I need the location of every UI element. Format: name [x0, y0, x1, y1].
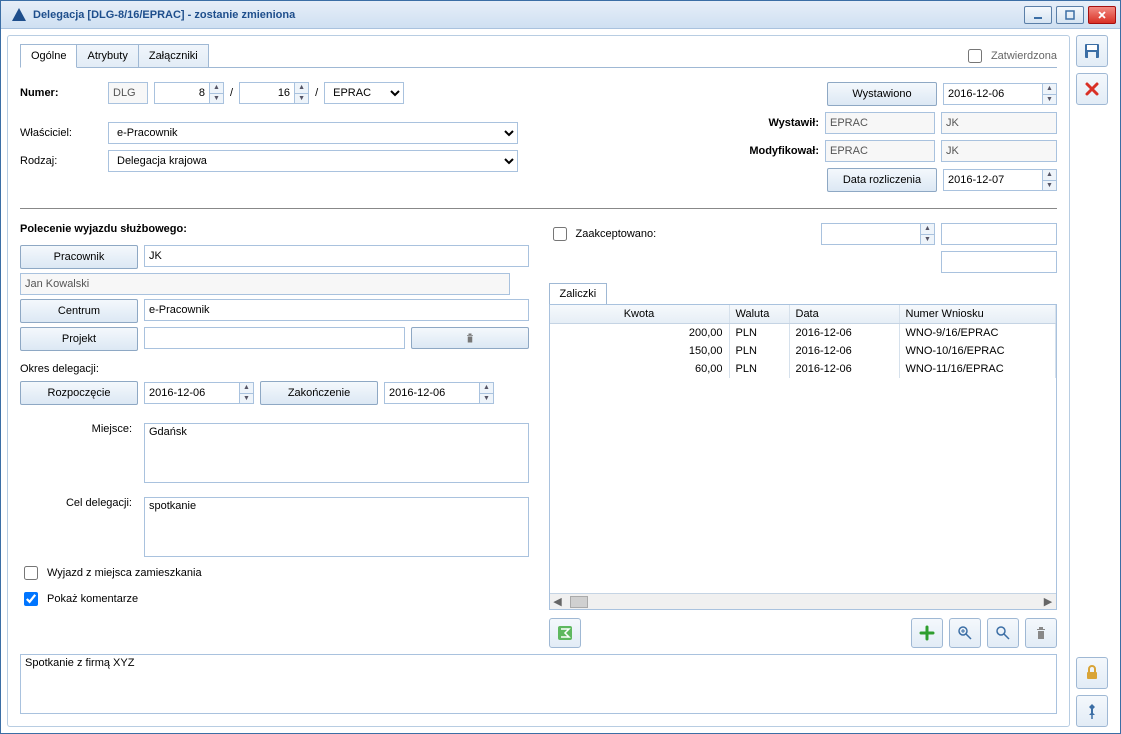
accepted-extra[interactable]	[941, 223, 1057, 245]
sum-button[interactable]	[549, 618, 581, 648]
year-down[interactable]: ▼	[295, 94, 308, 104]
accepted-label: Zaakceptowano:	[576, 228, 816, 240]
project-field[interactable]	[144, 327, 405, 349]
col-amount[interactable]: Kwota	[550, 305, 730, 323]
number-year[interactable]	[239, 82, 295, 104]
close-button[interactable]	[1088, 6, 1116, 24]
pin-button[interactable]	[1076, 695, 1108, 727]
project-button[interactable]: Projekt	[20, 327, 138, 351]
number-unit[interactable]: EPRAC	[324, 82, 404, 104]
comments-field[interactable]: Spotkanie z firmą XYZ	[20, 654, 1057, 714]
project-delete-button[interactable]	[411, 327, 529, 349]
number-seq[interactable]	[154, 82, 210, 104]
titlebar: Delegacja [DLG-8/16/EPRAC] - zostanie zm…	[1, 1, 1120, 29]
issued-date[interactable]	[943, 83, 1043, 105]
tab-attachments[interactable]: Załączniki	[138, 44, 209, 68]
save-button[interactable]	[1076, 35, 1108, 67]
from-home-label: Wyjazd z miejsca zamieszkania	[47, 567, 202, 579]
show-comments-input[interactable]	[24, 592, 38, 606]
number-sep2: /	[315, 87, 318, 99]
number-prefix	[108, 82, 148, 104]
scroll-left-icon[interactable]: ◀	[550, 595, 566, 608]
show-comments-checkbox[interactable]: Pokaż komentarze	[20, 589, 529, 609]
settle-button[interactable]: Data rozliczenia	[827, 168, 937, 192]
place-label: Miejsce:	[20, 423, 138, 435]
accepted-extra2[interactable]	[941, 251, 1057, 273]
issued-by-label: Wystawił:	[719, 117, 819, 129]
advances-grid: Kwota Waluta Data Numer Wniosku 200,00PL…	[549, 304, 1058, 610]
type-label: Rodzaj:	[20, 155, 102, 167]
scroll-thumb[interactable]	[570, 596, 588, 608]
purpose-label: Cel delegacji:	[20, 497, 138, 509]
center-field[interactable]	[144, 299, 529, 321]
col-reqno[interactable]: Numer Wniosku	[900, 305, 1057, 323]
issued-by-user	[941, 112, 1057, 134]
employee-button[interactable]: Pracownik	[20, 245, 138, 269]
from-home-checkbox[interactable]: Wyjazd z miejsca zamieszkania	[20, 563, 529, 583]
minimize-button[interactable]	[1024, 6, 1052, 24]
main-tabs: Ogólne Atrybuty Załączniki	[20, 44, 208, 68]
type-select[interactable]: Delegacja krajowa	[108, 150, 518, 172]
seq-up[interactable]: ▲	[210, 83, 223, 94]
year-up[interactable]: ▲	[295, 83, 308, 94]
employee-code[interactable]	[144, 245, 529, 267]
purpose-field[interactable]: spotkanie	[144, 497, 529, 557]
employee-name	[20, 273, 510, 295]
zoom-button[interactable]	[987, 618, 1019, 648]
grid-hscroll[interactable]: ◀ ▶	[550, 593, 1057, 609]
modified-label: Modyfikował:	[719, 145, 819, 157]
col-date[interactable]: Data	[790, 305, 900, 323]
col-currency[interactable]: Waluta	[730, 305, 790, 323]
number-label: Numer:	[20, 87, 102, 99]
delete-button[interactable]	[1025, 618, 1057, 648]
modified-unit	[825, 140, 935, 162]
owner-label: Właściciel:	[20, 127, 102, 139]
table-row[interactable]: 200,00PLN2016-12-06WNO-9/16/EPRAC	[550, 324, 1057, 342]
from-home-input[interactable]	[24, 566, 38, 580]
start-button[interactable]: Rozpoczęcie	[20, 381, 138, 405]
accepted-num[interactable]	[821, 223, 921, 245]
approved-checkbox-input[interactable]	[968, 49, 982, 63]
approved-checkbox[interactable]: Zatwierdzona	[964, 46, 1057, 66]
start-date[interactable]	[144, 382, 240, 404]
end-button[interactable]: Zakończenie	[260, 381, 378, 405]
window-title: Delegacja [DLG-8/16/EPRAC] - zostanie zm…	[33, 9, 1024, 21]
lock-button[interactable]	[1076, 657, 1108, 689]
seq-down[interactable]: ▼	[210, 94, 223, 104]
show-comments-label: Pokaż komentarze	[47, 593, 138, 605]
approved-label: Zatwierdzona	[991, 50, 1057, 62]
tab-general[interactable]: Ogólne	[20, 44, 77, 68]
modified-user	[941, 140, 1057, 162]
tab-attributes[interactable]: Atrybuty	[76, 44, 138, 68]
issued-button[interactable]: Wystawiono	[827, 82, 937, 106]
scroll-right-icon[interactable]: ▶	[1040, 595, 1056, 608]
table-row[interactable]: 150,00PLN2016-12-06WNO-10/16/EPRAC	[550, 342, 1057, 360]
number-sep1: /	[230, 87, 233, 99]
app-icon	[11, 7, 27, 23]
place-field[interactable]: Gdańsk	[144, 423, 529, 483]
issued-by-unit	[825, 112, 935, 134]
maximize-button[interactable]	[1056, 6, 1084, 24]
end-date[interactable]	[384, 382, 480, 404]
period-label: Okres delegacji:	[20, 363, 529, 375]
table-row[interactable]: 60,00PLN2016-12-06WNO-11/16/EPRAC	[550, 360, 1057, 378]
advances-tab[interactable]: Zaliczki	[549, 283, 608, 304]
owner-select[interactable]: e-Pracownik	[108, 122, 518, 144]
zoom-in-button[interactable]	[949, 618, 981, 648]
settle-date[interactable]	[943, 169, 1043, 191]
center-button[interactable]: Centrum	[20, 299, 138, 323]
cancel-button[interactable]	[1076, 73, 1108, 105]
add-button[interactable]	[911, 618, 943, 648]
trip-title: Polecenie wyjazdu służbowego:	[20, 223, 529, 235]
accepted-checkbox[interactable]	[553, 227, 567, 241]
